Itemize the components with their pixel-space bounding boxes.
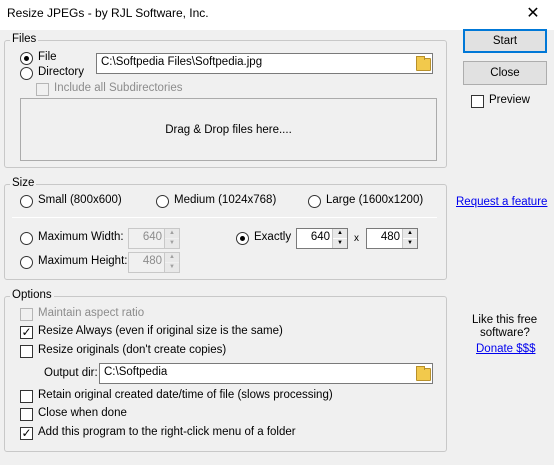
size-medium-label[interactable]: Medium (1024x768) bbox=[174, 194, 276, 206]
max-height-spinner[interactable]: 480 ▲ ▼ bbox=[128, 252, 180, 273]
spin-down-icon[interactable]: ▼ bbox=[333, 239, 347, 248]
size-separator bbox=[12, 217, 437, 218]
add-to-menu-checkbox[interactable]: ✓ bbox=[20, 427, 33, 440]
resize-originals-label[interactable]: Resize originals (don't create copies) bbox=[38, 344, 226, 356]
spin-up-icon[interactable]: ▲ bbox=[403, 229, 417, 238]
request-feature-link[interactable]: Request a feature bbox=[456, 196, 547, 208]
include-subdirectories-label[interactable]: Include all Subdirectories bbox=[54, 82, 183, 94]
like-text-line1: Like this free bbox=[472, 314, 538, 326]
file-path-input[interactable]: C:\Softpedia Files\Softpedia.jpg bbox=[96, 53, 433, 74]
size-large-label[interactable]: Large (1600x1200) bbox=[326, 194, 423, 206]
preview-checkbox[interactable] bbox=[471, 95, 484, 108]
directory-radio[interactable] bbox=[20, 67, 33, 80]
exactly-label[interactable]: Exactly bbox=[254, 231, 291, 243]
spin-down-icon[interactable]: ▼ bbox=[403, 239, 417, 248]
exact-height-spinner[interactable]: 480 ▲ ▼ bbox=[366, 228, 418, 249]
start-button[interactable]: Start bbox=[463, 29, 547, 53]
max-height-label[interactable]: Maximum Height: bbox=[38, 255, 127, 267]
options-group-title: Options bbox=[10, 289, 54, 301]
preview-label[interactable]: Preview bbox=[489, 94, 530, 106]
window-title: Resize JPEGs - by RJL Software, Inc. bbox=[7, 6, 209, 20]
resize-originals-checkbox[interactable] bbox=[20, 345, 33, 358]
output-dir-label: Output dir: bbox=[44, 367, 98, 379]
exact-times-sign: x bbox=[354, 233, 359, 244]
size-small-label[interactable]: Small (800x600) bbox=[38, 194, 122, 206]
resize-always-checkbox[interactable]: ✓ bbox=[20, 326, 33, 339]
drag-drop-zone[interactable]: Drag & Drop files here.... bbox=[20, 98, 437, 161]
retain-date-checkbox[interactable] bbox=[20, 390, 33, 403]
close-when-done-label[interactable]: Close when done bbox=[38, 407, 127, 419]
like-text-line2: software? bbox=[480, 327, 530, 339]
spin-up-icon[interactable]: ▲ bbox=[165, 253, 179, 262]
max-width-radio[interactable] bbox=[20, 232, 33, 245]
file-radio[interactable] bbox=[20, 52, 33, 65]
output-dir-input[interactable]: C:\Softpedia bbox=[99, 363, 433, 384]
max-height-spin-buttons[interactable]: ▲ ▼ bbox=[164, 253, 179, 272]
spin-up-icon[interactable]: ▲ bbox=[165, 229, 179, 238]
browse-file-folder-icon[interactable] bbox=[416, 56, 431, 71]
spin-down-icon[interactable]: ▼ bbox=[165, 239, 179, 248]
files-group-title: Files bbox=[10, 33, 39, 45]
max-height-radio[interactable] bbox=[20, 256, 33, 269]
file-radio-label[interactable]: File bbox=[38, 51, 57, 63]
drag-drop-text: Drag & Drop files here.... bbox=[165, 123, 292, 136]
max-width-label[interactable]: Maximum Width: bbox=[38, 231, 124, 243]
add-to-menu-label[interactable]: Add this program to the right-click menu… bbox=[38, 426, 296, 438]
size-medium-radio[interactable] bbox=[156, 195, 169, 208]
max-width-spin-buttons[interactable]: ▲ ▼ bbox=[164, 229, 179, 248]
exact-width-spin-buttons[interactable]: ▲ ▼ bbox=[332, 229, 347, 248]
close-button[interactable]: Close bbox=[463, 61, 547, 85]
size-large-radio[interactable] bbox=[308, 195, 321, 208]
exact-height-value: 480 bbox=[380, 231, 400, 243]
exact-height-spin-buttons[interactable]: ▲ ▼ bbox=[402, 229, 417, 248]
max-height-value: 480 bbox=[142, 255, 162, 267]
close-when-done-checkbox[interactable] bbox=[20, 408, 33, 421]
close-window-icon[interactable]: ✕ bbox=[515, 2, 551, 26]
maintain-aspect-label[interactable]: Maintain aspect ratio bbox=[38, 307, 144, 319]
max-width-spinner[interactable]: 640 ▲ ▼ bbox=[128, 228, 180, 249]
spin-down-icon[interactable]: ▼ bbox=[165, 263, 179, 272]
browse-output-folder-icon[interactable] bbox=[416, 366, 431, 381]
donate-link[interactable]: Donate $$$ bbox=[476, 343, 535, 355]
exact-width-value: 640 bbox=[310, 231, 330, 243]
spin-up-icon[interactable]: ▲ bbox=[333, 229, 347, 238]
max-width-value: 640 bbox=[142, 231, 162, 243]
exactly-radio[interactable] bbox=[236, 232, 249, 245]
file-path-value: C:\Softpedia Files\Softpedia.jpg bbox=[101, 56, 263, 68]
exact-width-spinner[interactable]: 640 ▲ ▼ bbox=[296, 228, 348, 249]
size-group-title: Size bbox=[10, 177, 37, 189]
output-dir-value: C:\Softpedia bbox=[104, 366, 168, 378]
title-bar[interactable]: Resize JPEGs - by RJL Software, Inc. ✕ bbox=[0, 0, 554, 30]
include-subdirectories-checkbox[interactable] bbox=[36, 83, 49, 96]
directory-radio-label[interactable]: Directory bbox=[38, 66, 84, 78]
resize-always-label[interactable]: Resize Always (even if original size is … bbox=[38, 325, 283, 337]
retain-date-label[interactable]: Retain original created date/time of fil… bbox=[38, 389, 333, 401]
maintain-aspect-checkbox[interactable] bbox=[20, 308, 33, 321]
size-small-radio[interactable] bbox=[20, 195, 33, 208]
